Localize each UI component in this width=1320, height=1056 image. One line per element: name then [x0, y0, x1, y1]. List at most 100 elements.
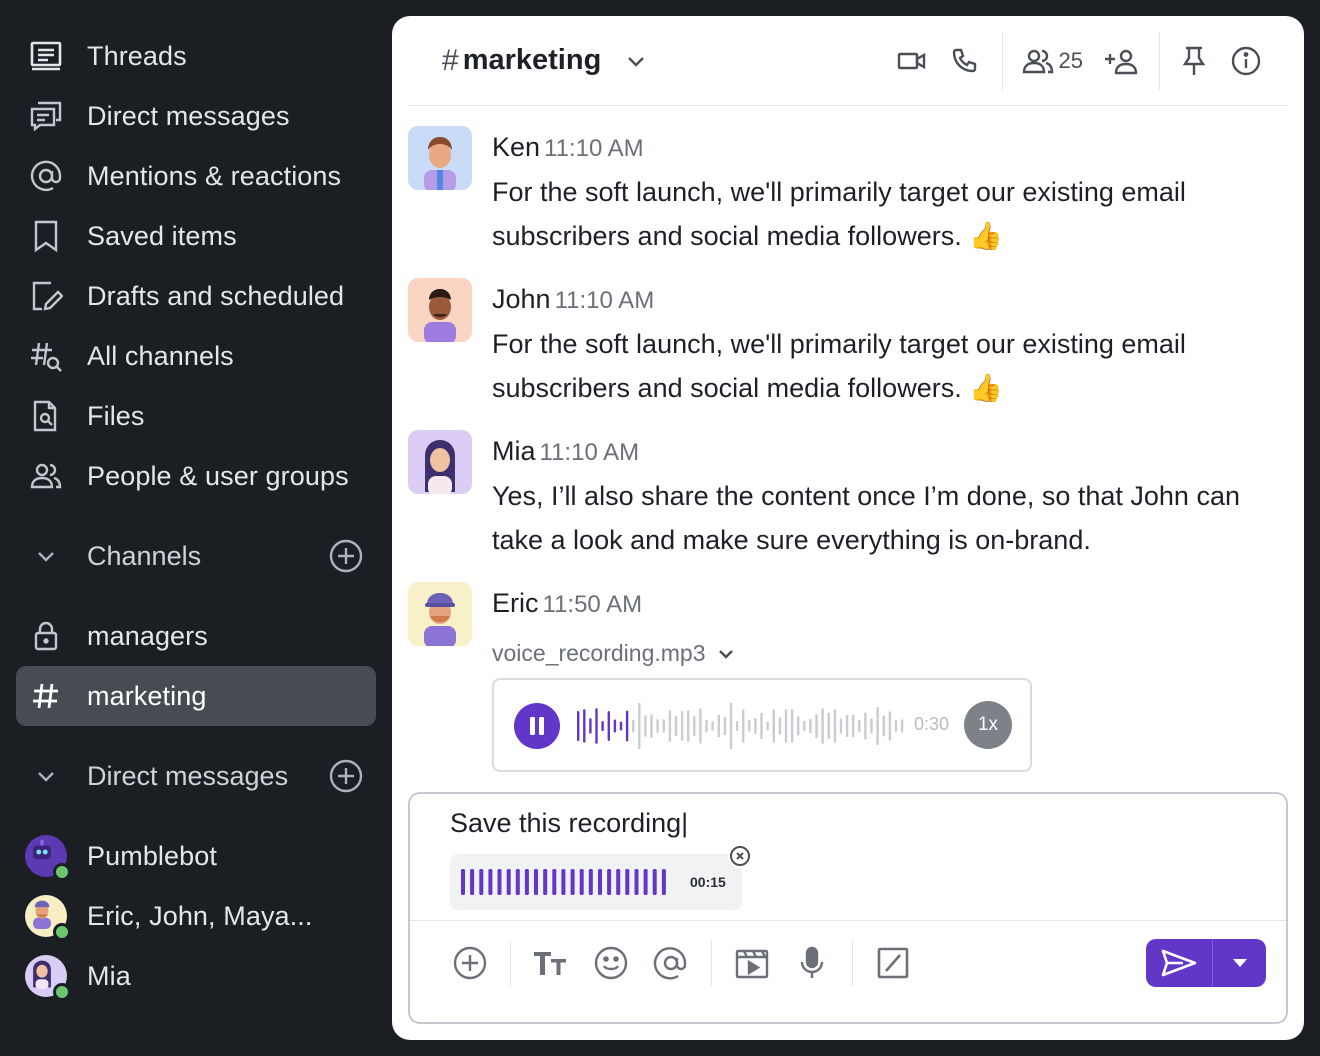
- waveform-bar: [888, 711, 892, 741]
- waveform-bar: [632, 719, 635, 733]
- waveform-bar: [754, 718, 757, 734]
- channels-section-header[interactable]: Channels: [16, 526, 376, 586]
- recording-attachment[interactable]: 00:15: [450, 844, 752, 910]
- pin-icon[interactable]: [1164, 46, 1224, 76]
- dm-section-header[interactable]: Direct messages: [16, 746, 376, 806]
- avatar[interactable]: [408, 430, 472, 494]
- waveform-bar: [661, 869, 666, 895]
- waveform-bar: [589, 718, 592, 734]
- avatar: [25, 835, 71, 881]
- waveform-bar: [852, 714, 855, 738]
- nav-threads[interactable]: Threads: [16, 26, 376, 86]
- nav-direct-messages-label: Direct messages: [87, 100, 290, 131]
- channel-marketing[interactable]: marketing: [16, 666, 376, 726]
- bookmark-icon: [16, 219, 76, 253]
- channel-title[interactable]: # marketing: [442, 44, 647, 78]
- waveform-bar: [619, 721, 623, 731]
- chevron-down-icon[interactable]: [625, 50, 647, 72]
- waveform-bar: [803, 720, 806, 732]
- avatar: [25, 955, 71, 1001]
- audio-waveform[interactable]: [576, 700, 906, 752]
- video-clip-icon[interactable]: [722, 933, 782, 993]
- avatar[interactable]: [408, 582, 472, 646]
- message-time: 11:10 AM: [539, 439, 640, 466]
- video-call-icon[interactable]: [886, 49, 938, 73]
- nav-saved-items[interactable]: Saved items: [16, 206, 376, 266]
- send-icon: [1160, 948, 1198, 978]
- avatar[interactable]: [408, 126, 472, 190]
- add-channel-icon[interactable]: [326, 536, 366, 576]
- caret-down-icon: [1231, 957, 1249, 969]
- chevron-down-icon[interactable]: [716, 644, 736, 664]
- waveform-bar: [876, 707, 879, 745]
- attachment-name[interactable]: voice_recording.mp3: [492, 640, 736, 667]
- waveform-bar: [543, 869, 548, 895]
- nav-all-channels[interactable]: All channels: [16, 326, 376, 386]
- waveform-bar: [809, 718, 812, 734]
- waveform-bar: [772, 709, 775, 743]
- nav-people-label: People & user groups: [87, 460, 349, 491]
- dm-group[interactable]: Eric, John, Maya...: [16, 886, 376, 946]
- microphone-icon[interactable]: [782, 933, 842, 993]
- waveform-bar: [638, 702, 641, 750]
- pause-button[interactable]: [514, 703, 560, 749]
- pause-icon: [528, 716, 546, 736]
- nav-direct-messages[interactable]: Direct messages: [16, 86, 376, 146]
- channel-managers[interactable]: managers: [16, 606, 376, 666]
- waveform-bar: [760, 712, 763, 740]
- avatar[interactable]: [408, 278, 472, 342]
- waveform-bar: [797, 716, 800, 736]
- toolbar-divider: [510, 940, 511, 986]
- waveform-bar: [506, 869, 511, 895]
- mention-icon[interactable]: [641, 933, 701, 993]
- add-member-icon[interactable]: [1091, 47, 1151, 75]
- audio-duration: 0:30: [914, 714, 950, 734]
- nav-files[interactable]: Files: [16, 386, 376, 446]
- header-divider: [1001, 32, 1003, 90]
- dm-group-label: Eric, John, Maya...: [87, 900, 313, 931]
- nav-people[interactable]: People & user groups: [16, 446, 376, 506]
- add-attachment-icon[interactable]: [440, 933, 500, 993]
- header-divider: [1159, 32, 1160, 90]
- playback-speed-button[interactable]: 1x: [964, 701, 1012, 749]
- waveform-bar: [742, 709, 745, 743]
- chevron-down-icon[interactable]: [16, 544, 76, 568]
- text-format-icon[interactable]: [521, 933, 581, 993]
- waveform-bar: [845, 715, 849, 737]
- at-icon: [16, 159, 76, 193]
- members-icon: [1021, 47, 1055, 75]
- waveform-bar: [839, 718, 843, 734]
- waveform-bar: [699, 708, 702, 744]
- message-text: For the soft launch, we'll primarily tar…: [492, 177, 1186, 251]
- nav-all-channels-label: All channels: [87, 340, 234, 371]
- online-status-icon: [53, 923, 71, 941]
- waveform-bar: [461, 869, 465, 895]
- message-input[interactable]: Save this recording|: [450, 808, 688, 839]
- waveform-bar: [864, 712, 867, 740]
- close-icon[interactable]: [728, 844, 752, 868]
- waveform-bar: [656, 719, 659, 733]
- lock-icon: [16, 619, 76, 653]
- nav-mentions[interactable]: Mentions & reactions: [16, 146, 376, 206]
- message-author: Ken 11:10 AM: [492, 132, 644, 162]
- waveform-bar: [561, 869, 566, 895]
- phone-icon[interactable]: [938, 47, 990, 75]
- members-button[interactable]: 25: [1021, 47, 1083, 75]
- nav-drafts[interactable]: Drafts and scheduled: [16, 266, 376, 326]
- slash-command-icon[interactable]: [863, 933, 923, 993]
- dm-mia-label: Mia: [87, 960, 131, 991]
- add-dm-icon[interactable]: [326, 756, 366, 796]
- waveform-bar: [613, 719, 617, 733]
- emoji-icon[interactable]: [581, 933, 641, 993]
- waveform-bar: [815, 714, 818, 739]
- chevron-down-icon[interactable]: [16, 764, 76, 788]
- send-button[interactable]: [1146, 939, 1212, 987]
- file-search-icon: [16, 399, 76, 433]
- dm-pumblebot[interactable]: Pumblebot: [16, 826, 376, 886]
- waveform-bar: [784, 709, 788, 743]
- schedule-dropdown[interactable]: [1213, 939, 1266, 987]
- info-icon[interactable]: [1224, 46, 1268, 76]
- waveform-bar: [882, 715, 885, 737]
- member-count: 25: [1058, 48, 1083, 73]
- dm-mia[interactable]: Mia: [16, 946, 376, 1006]
